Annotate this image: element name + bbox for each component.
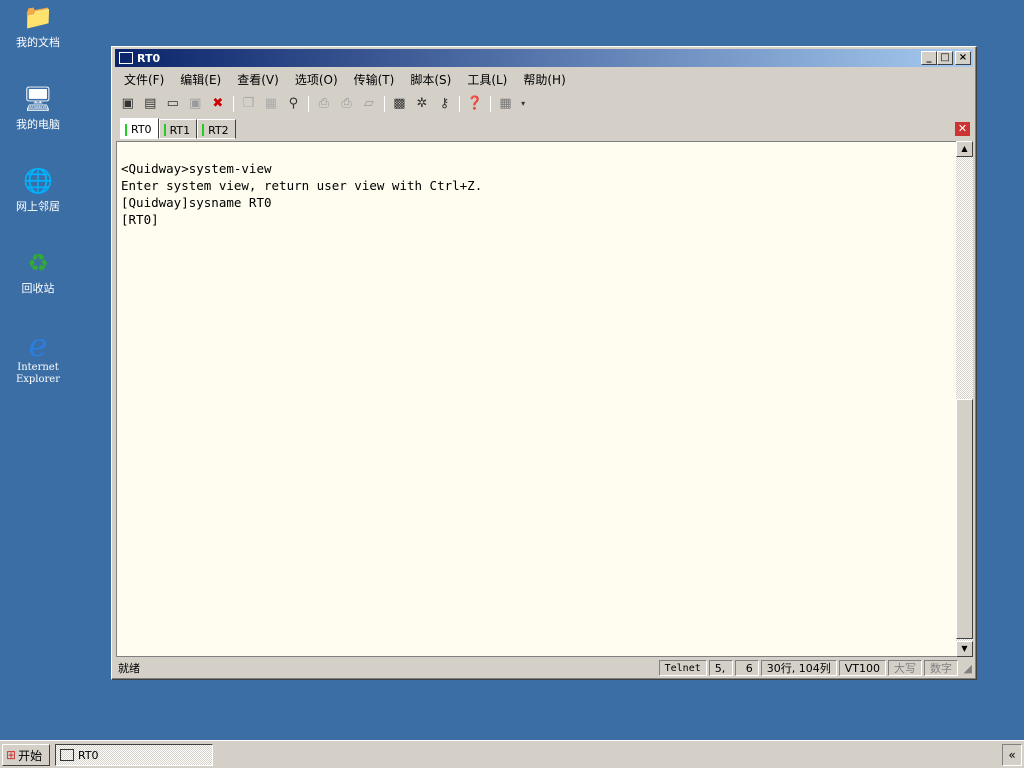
folder-icon: 📁: [23, 3, 53, 31]
status-row: 5,: [708, 660, 733, 676]
minimize-button[interactable]: _: [921, 51, 937, 65]
session-tabs: RT0 RT1 RT2: [120, 118, 236, 139]
tray-expand-button[interactable]: «: [1002, 744, 1022, 766]
menu-bar: 文件(F) 编辑(E) 查看(V) 选项(O) 传输(T) 脚本(S) 工具(L…: [116, 69, 574, 89]
separator: [383, 96, 385, 112]
status-num: 数字: [924, 660, 958, 676]
reconnect-icon[interactable]: ▣: [186, 95, 206, 113]
separator: [489, 96, 491, 112]
computer-icon: 🖥: [22, 85, 54, 113]
printer-icon[interactable]: ▱: [359, 95, 379, 113]
icon-label: 我的文档: [16, 36, 60, 49]
tab-rt0[interactable]: RT0: [120, 118, 159, 139]
help-icon[interactable]: ❓: [465, 95, 485, 113]
separator: [459, 96, 461, 112]
terminal-output[interactable]: <Quidway>system-view Enter system view, r…: [116, 141, 957, 657]
disconnect-icon[interactable]: ✖: [208, 95, 228, 113]
toolbar: ▣ ▤ ▭ ▣ ✖ ❐ ▦ ⚲ ⎙ ⎙ ▱ ▩ ✲ ⚷ ❓ ▦ ▾: [118, 92, 528, 116]
task-label: RT0: [78, 748, 99, 762]
status-caps: 大写: [888, 660, 922, 676]
title-bar[interactable]: RT0 _ □ ×: [115, 49, 973, 67]
recycle-bin-icon: ♻: [27, 249, 49, 277]
menu-options[interactable]: 选项(O): [287, 71, 346, 88]
taskbar: ⊞ 开始 RT0 «: [0, 740, 1024, 768]
network-icon: 🌐: [23, 167, 53, 195]
quick-connect-icon[interactable]: ▤: [141, 95, 161, 113]
desktop-icon-network[interactable]: 🌐 网上邻居: [4, 166, 72, 214]
desktop-icon-ie[interactable]: e Internet Explorer: [4, 326, 72, 386]
toolbar-overflow-icon[interactable]: ▾: [518, 95, 528, 113]
status-indicator: [125, 123, 127, 136]
icon-label: 我的电脑: [16, 118, 60, 131]
start-button[interactable]: ⊞ 开始: [2, 744, 50, 766]
tab-label: RT2: [208, 123, 229, 137]
menu-edit[interactable]: 编辑(E): [172, 71, 229, 88]
scroll-down-arrow-icon[interactable]: ▼: [956, 641, 973, 657]
menu-tools[interactable]: 工具(L): [459, 71, 515, 88]
app-icon: [60, 749, 74, 761]
separator: [308, 96, 310, 112]
securecrt-window: RT0 _ □ × 文件(F) 编辑(E) 查看(V) 选项(O) 传输(T) …: [111, 46, 977, 680]
terminal-line: [Quidway]sysname RT0: [121, 195, 272, 210]
status-protocol: Telnet: [658, 660, 707, 676]
tab-label: RT0: [131, 123, 152, 136]
tab-rt2[interactable]: RT2: [197, 119, 236, 139]
resize-grip-icon[interactable]: ◢: [958, 662, 972, 675]
window-title: RT0: [137, 51, 161, 65]
icon-label: Internet Explorer: [15, 362, 61, 385]
desktop-icon-my-documents[interactable]: 📁 我的文档: [4, 2, 72, 50]
menu-view[interactable]: 查看(V): [229, 71, 287, 88]
tab-label: RT1: [169, 123, 191, 137]
global-options-icon[interactable]: ✲: [412, 95, 432, 113]
vertical-scrollbar[interactable]: ▲ ▼: [956, 141, 973, 657]
maximize-button[interactable]: □: [937, 51, 953, 65]
scroll-thumb[interactable]: [956, 399, 973, 639]
menu-help[interactable]: 帮助(H): [515, 71, 573, 88]
scroll-up-arrow-icon[interactable]: ▲: [956, 141, 973, 157]
terminal-line: Enter system view, return user view with…: [121, 178, 483, 193]
print-icon[interactable]: ⎙: [314, 95, 334, 113]
status-emulation: VT100: [838, 660, 886, 676]
paste-icon[interactable]: ▦: [261, 95, 281, 113]
connect-tab-icon[interactable]: ▭: [163, 95, 183, 113]
tab-rt1[interactable]: RT1: [158, 119, 198, 139]
status-bar: 就绪 Telnet 5, 6 30行, 104列 VT100 大写 数字 ◢: [116, 659, 972, 677]
terminal-line: [RT0]: [121, 212, 159, 227]
status-indicator: [163, 124, 166, 136]
status-ready: 就绪: [118, 662, 140, 675]
separator: [232, 96, 234, 112]
find-icon[interactable]: ⚲: [284, 95, 304, 113]
status-size: 30行, 104列: [760, 660, 837, 676]
desktop-icon-recycle-bin[interactable]: ♻ 回收站: [4, 248, 72, 296]
taskbar-item-rt0[interactable]: RT0: [55, 744, 213, 766]
status-indicator: [202, 124, 205, 136]
close-button[interactable]: ×: [955, 51, 971, 65]
menu-script[interactable]: 脚本(S): [402, 71, 459, 88]
app-icon: [119, 52, 133, 64]
close-tab-icon[interactable]: ✕: [955, 122, 970, 136]
connect-icon[interactable]: ▣: [118, 95, 138, 113]
desktop-icon-my-computer[interactable]: 🖥 我的电脑: [4, 84, 72, 132]
icon-label: 回收站: [21, 282, 55, 295]
start-label: 开始: [18, 748, 43, 763]
menu-transfer[interactable]: 传输(T): [346, 71, 403, 88]
session-options-icon[interactable]: ▩: [390, 95, 410, 113]
menu-file[interactable]: 文件(F): [116, 71, 172, 88]
terminal-line: <Quidway>system-view: [121, 161, 272, 176]
ie-icon: e: [28, 326, 48, 364]
key-icon[interactable]: ⚷: [435, 95, 455, 113]
windows-logo-icon: ⊞: [6, 748, 17, 762]
status-col: 6: [734, 660, 759, 676]
icon-label: 网上邻居: [16, 200, 60, 213]
keymap-icon[interactable]: ▦: [496, 95, 516, 113]
copy-icon[interactable]: ❐: [239, 95, 259, 113]
print-selection-icon[interactable]: ⎙: [337, 95, 357, 113]
